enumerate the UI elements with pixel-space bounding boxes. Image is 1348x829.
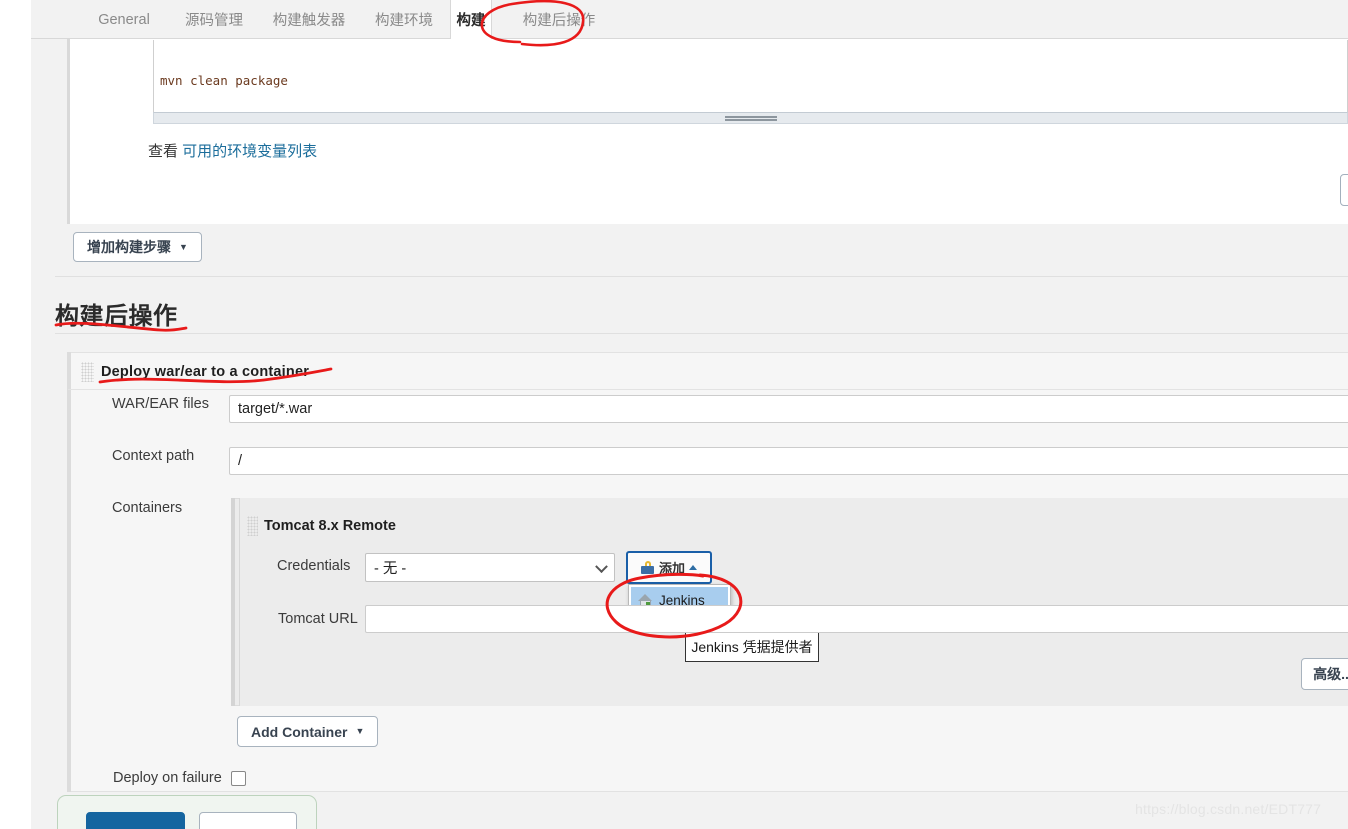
credentials-select[interactable]: - 无 - — [365, 553, 615, 582]
tab-label: General — [98, 11, 150, 28]
panel-left-rail — [67, 39, 70, 224]
deploy-on-failure-label: Deploy on failure — [113, 770, 222, 786]
post-build-heading: 构建后操作 — [55, 303, 178, 330]
context-path-label: Context path — [112, 448, 195, 464]
tab-label: 构建 — [456, 13, 486, 29]
deploy-block-title: Deploy war/ear to a container — [101, 364, 310, 380]
containers-label: Containers — [112, 500, 183, 516]
tab-label: 构建环境 — [375, 13, 433, 29]
tab-build-environment[interactable]: 构建环境 — [362, 0, 446, 39]
add-container-label: Add Container — [251, 723, 348, 740]
chevron-down-icon: ▼ — [179, 241, 188, 252]
advanced-button[interactable]: 高级... — [1301, 658, 1348, 690]
chevron-down-icon — [595, 559, 608, 573]
war-ear-files-label: WAR/EAR files — [112, 396, 209, 412]
tab-build-triggers[interactable]: 构建触发器 — [259, 0, 359, 39]
deploy-block-rail — [67, 352, 71, 792]
tab-post-build-actions[interactable]: 构建后操作 — [508, 0, 610, 39]
textarea-resize-footer[interactable] — [153, 112, 1348, 124]
deploy-title-rule — [68, 389, 1348, 390]
post-build-heading-rule — [55, 333, 1348, 334]
drag-handle-icon[interactable] — [247, 516, 258, 536]
config-tab-bar: General 源码管理 构建触发器 构建环境 构建 构建后操作 — [31, 0, 1348, 40]
tomcat-url-input[interactable] — [365, 605, 1348, 633]
credentials-provider-tooltip: Jenkins 凭据提供者 — [685, 631, 819, 662]
screenshot-root: General 源码管理 构建触发器 构建环境 构建 构建后操作 mvn cle… — [0, 0, 1348, 829]
right-edge-button-stub[interactable] — [1340, 174, 1348, 206]
credentials-label: Credentials — [277, 558, 351, 574]
tab-label: 源码管理 — [185, 13, 243, 29]
resize-grip-icon — [724, 116, 777, 121]
section-divider — [55, 276, 1348, 277]
credential-lock-icon — [640, 561, 655, 574]
tab-general[interactable]: General — [89, 0, 159, 39]
add-credentials-button[interactable]: 添加 — [626, 551, 712, 584]
container-title: Tomcat 8.x Remote — [264, 518, 396, 534]
tab-build[interactable]: 构建 — [450, 0, 492, 40]
tab-label: 构建后操作 — [522, 13, 596, 29]
context-path-input[interactable]: / — [229, 447, 1348, 475]
credentials-selected-value: - 无 - — [374, 561, 407, 577]
tab-source-management[interactable]: 源码管理 — [172, 0, 256, 39]
drag-handle-icon[interactable] — [81, 362, 94, 382]
code-line-1: mvn clean package — [160, 73, 288, 88]
left-gutter — [0, 0, 31, 829]
env-variables-hint: 查看 可用的环境变量列表 — [148, 140, 317, 161]
chevron-up-icon — [689, 565, 697, 570]
containers-panel-rail — [231, 498, 235, 706]
chevron-down-icon: ▼ — [355, 726, 365, 736]
env-variables-link[interactable]: 可用的环境变量列表 — [182, 143, 317, 160]
tomcat-url-label: Tomcat URL — [278, 611, 358, 627]
tab-label: 构建触发器 — [272, 13, 346, 29]
add-container-button[interactable]: Add Container ▼ — [237, 716, 379, 747]
add-build-step-label: 增加构建步骤 — [87, 239, 171, 255]
apply-button[interactable] — [199, 812, 297, 829]
deploy-on-failure-checkbox[interactable] — [231, 771, 246, 786]
war-ear-files-input[interactable]: target/*.war — [229, 395, 1348, 423]
shell-command-textarea[interactable]: mvn clean package echo "编译构建结束" — [153, 40, 1348, 113]
watermark: https://blog.csdn.net/EDT777 — [1135, 801, 1322, 817]
add-credentials-label: 添加 — [658, 561, 685, 576]
save-button[interactable] — [86, 812, 185, 829]
add-build-step-button[interactable]: 增加构建步骤 ▼ — [73, 232, 202, 262]
env-hint-prefix: 查看 — [148, 143, 183, 160]
containers-panel-inner — [239, 498, 1348, 706]
